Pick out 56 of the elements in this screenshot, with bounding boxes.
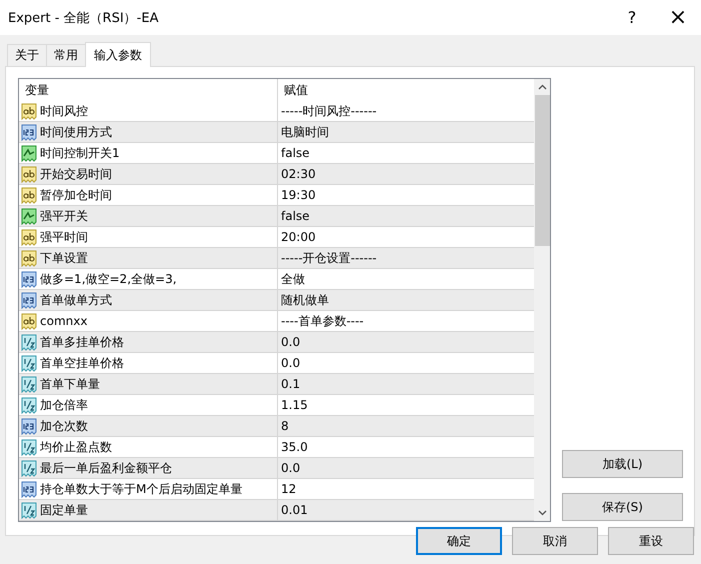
- parameter-value[interactable]: 19:30: [278, 185, 534, 205]
- parameter-value[interactable]: 1.15: [278, 395, 534, 415]
- parameter-value[interactable]: 12: [278, 479, 534, 499]
- side-button[interactable]: 加载(L): [562, 450, 683, 478]
- parameter-name: 做多=1,做空=2,全做=3,: [40, 270, 177, 288]
- parameter-name: 最后一单后盈利金额平仓: [40, 460, 172, 476]
- parameter-value[interactable]: -----时间风控------: [278, 101, 534, 121]
- parameter-value[interactable]: 02:30: [278, 164, 534, 184]
- parameter-name: 时间使用方式: [40, 124, 112, 140]
- column-header[interactable]: 变量: [19, 79, 278, 101]
- parameter-name: 时间风控: [40, 102, 88, 120]
- parameter-name: 均价止盈点数: [40, 438, 112, 456]
- parameter-name: comnxx: [40, 314, 88, 328]
- parameter-name: 开始交易时间: [40, 166, 112, 182]
- scrollbar[interactable]: [534, 79, 550, 521]
- scroll-up-icon[interactable]: [538, 84, 546, 90]
- parameter-name: 固定单量: [40, 502, 88, 518]
- parameter-value[interactable]: 0.0: [278, 458, 534, 478]
- parameter-value[interactable]: -----开仓设置------: [278, 248, 534, 268]
- parameter-value[interactable]: ----首单参数----: [278, 311, 534, 331]
- parameter-value[interactable]: 0.01: [278, 500, 534, 520]
- parameter-name: 暂停加仓时间: [40, 186, 112, 204]
- parameter-value[interactable]: 0.0: [278, 332, 534, 352]
- close-button[interactable]: ×: [655, 0, 701, 35]
- parameter-value[interactable]: 随机做单: [278, 290, 534, 310]
- parameter-value[interactable]: 0.1: [278, 374, 534, 394]
- parameter-name: 首单下单量: [40, 376, 100, 392]
- parameter-value[interactable]: 0.0: [278, 353, 534, 373]
- help-button[interactable]: ?: [609, 0, 655, 35]
- parameter-value[interactable]: 35.0: [278, 437, 534, 457]
- parameter-name: 首单多挂单价格: [40, 334, 124, 350]
- dialog-button[interactable]: 重设: [608, 527, 694, 555]
- parameter-value[interactable]: false: [278, 206, 534, 226]
- parameter-name: 强平开关: [40, 208, 88, 224]
- side-button[interactable]: 保存(S): [562, 493, 683, 521]
- parameter-value[interactable]: false: [278, 143, 534, 163]
- window-title: Expert - 全能（RSI）-EA: [8, 10, 160, 26]
- parameter-value[interactable]: 20:00: [278, 227, 534, 247]
- scroll-down-icon[interactable]: [538, 510, 546, 516]
- parameter-name: 持仓单数大于等于M个后启动固定单量: [40, 480, 242, 498]
- tab[interactable]: 输入参数: [85, 42, 151, 67]
- parameter-name: 加仓次数: [40, 418, 88, 434]
- parameter-name: 下单设置: [40, 250, 88, 266]
- scrollbar-thumb[interactable]: [534, 95, 550, 246]
- parameter-name: 时间控制开关1: [40, 144, 120, 162]
- parameter-value[interactable]: 电脑时间: [278, 122, 534, 142]
- parameter-name: 加仓倍率: [40, 396, 88, 414]
- parameter-name: 首单空挂单价格: [40, 354, 124, 372]
- parameter-value[interactable]: 全做: [278, 269, 534, 289]
- parameter-name: 首单做单方式: [40, 292, 112, 308]
- tab[interactable]: 关于: [7, 44, 47, 66]
- column-header[interactable]: 赋值: [278, 79, 308, 101]
- dialog-button[interactable]: 取消: [512, 527, 598, 555]
- dialog-button[interactable]: 确定: [416, 527, 502, 555]
- parameter-name: 强平时间: [40, 228, 88, 246]
- parameter-value[interactable]: 8: [278, 416, 534, 436]
